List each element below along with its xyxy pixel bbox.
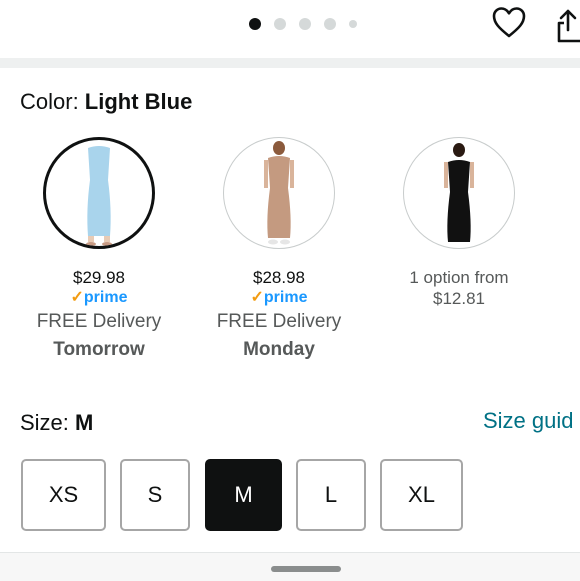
size-option-s[interactable]: S (120, 459, 190, 531)
prime-label: prime (83, 289, 128, 306)
drag-handle[interactable] (271, 566, 341, 572)
color-swatch-image[interactable] (403, 137, 515, 249)
size-label: Size: M (20, 410, 93, 436)
color-label-prefix: Color: (20, 89, 85, 114)
carousel-indicator (249, 17, 370, 31)
option-price: $29.98 (73, 268, 125, 287)
image-carousel-header (0, 0, 580, 58)
prime-label: prime (263, 289, 308, 306)
size-option-xl[interactable]: XL (380, 459, 463, 531)
color-label: Color: Light Blue (20, 89, 192, 115)
share-icon[interactable] (556, 8, 580, 49)
carousel-dot-2[interactable] (274, 18, 286, 30)
carousel-dot-1[interactable] (249, 18, 261, 30)
selected-size-value: M (75, 410, 94, 435)
option-min-price: $12.81 (433, 289, 485, 308)
delivery-text: FREE Delivery (216, 311, 342, 332)
size-label-prefix: Size: (20, 410, 76, 435)
carousel-dot-5[interactable] (349, 20, 357, 28)
carousel-dot-4[interactable] (324, 18, 336, 30)
option-price: $28.98 (253, 268, 305, 287)
delivery-text: FREE Delivery (36, 311, 162, 332)
color-swatch-image[interactable] (43, 137, 155, 249)
selected-color-value: Light Blue (84, 89, 193, 114)
prime-badge: ✓prime (24, 288, 174, 308)
size-option-l[interactable]: L (296, 459, 366, 531)
prime-check-icon: ✓ (250, 289, 264, 306)
option-count-text: 1 option from (409, 268, 509, 287)
size-guide-link[interactable]: Size guid (483, 408, 574, 434)
prime-badge: ✓prime (204, 288, 354, 308)
carousel-dot-3[interactable] (299, 18, 311, 30)
heart-icon[interactable] (491, 5, 527, 46)
size-option-xs[interactable]: XS (21, 459, 106, 531)
delivery-day: Tomorrow (53, 339, 145, 360)
prime-check-icon: ✓ (70, 289, 84, 306)
delivery-day: Monday (243, 339, 315, 360)
color-option-black[interactable]: 1 option from $12.81 (384, 137, 534, 309)
color-option-light-blue[interactable]: $29.98 ✓prime FREE Delivery Tomorrow (24, 137, 174, 364)
size-option-m[interactable]: M (205, 459, 282, 531)
section-divider (0, 58, 580, 68)
color-option-tan[interactable]: $28.98 ✓prime FREE Delivery Monday (204, 137, 354, 364)
color-swatch-image[interactable] (223, 137, 335, 249)
